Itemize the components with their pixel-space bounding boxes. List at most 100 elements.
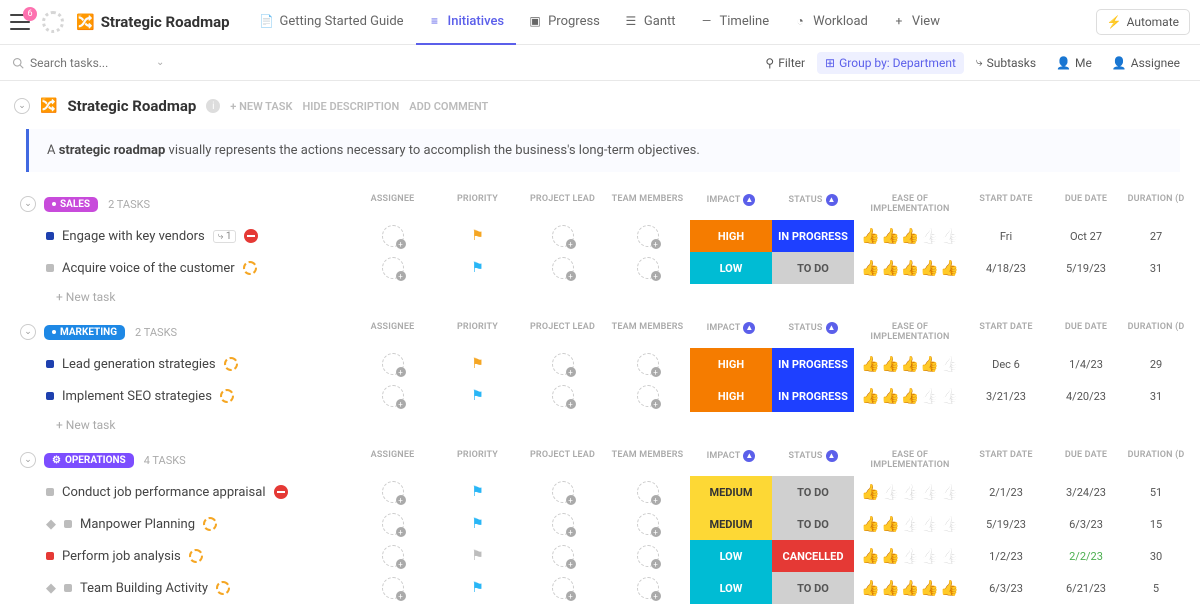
due-date-cell[interactable]: Oct 27 [1046,220,1126,252]
add-lead-icon[interactable] [552,225,574,247]
task-row[interactable]: Engage with key vendors ⤷ 1 ⚑ HIGH IN PR… [0,220,1200,252]
group-pill[interactable]: SALES [44,197,98,212]
task-name-cell[interactable]: Lead generation strategies [46,357,350,372]
task-row[interactable]: Acquire voice of the customer ⚑ LOW TO D… [0,252,1200,284]
team-members-cell[interactable] [605,572,690,604]
impact-cell[interactable]: LOW [690,540,772,572]
duration-cell[interactable]: 5 [1126,572,1186,604]
tab-progress[interactable]: ▣Progress [516,0,612,45]
task-name-cell[interactable]: Engage with key vendors ⤷ 1 [46,229,350,244]
menu-button[interactable]: 6 [10,14,30,30]
new-task-button[interactable]: + New task [0,284,1200,318]
duration-cell[interactable]: 15 [1126,508,1186,540]
duration-cell[interactable]: 30 [1126,540,1186,572]
task-row[interactable]: ◆ Manpower Planning ⚑ MEDIUM TO DO 👍👍👍👍👍… [0,508,1200,540]
priority-cell[interactable]: ⚑ [435,572,520,604]
column-header[interactable]: TEAM MEMBERS [605,194,690,214]
automate-button[interactable]: ⚡ Automate [1096,9,1190,35]
column-header[interactable]: PRIORITY [435,194,520,214]
impact-cell[interactable]: HIGH [690,380,772,412]
new-task-button[interactable]: + New task [0,412,1200,446]
column-header[interactable]: PROJECT LEAD [520,450,605,470]
ease-cell[interactable]: 👍👍👍👍👍 [854,572,966,604]
start-date-cell[interactable]: Fri [966,220,1046,252]
project-lead-cell[interactable] [520,380,605,412]
priority-cell[interactable]: ⚑ [435,348,520,380]
status-cell[interactable]: TO DO [772,572,854,604]
add-team-icon[interactable] [637,257,659,279]
group-collapse[interactable]: ⌄ [20,452,36,468]
task-row[interactable]: Implement SEO strategies ⚑ HIGH IN PROGR… [0,380,1200,412]
project-lead-cell[interactable] [520,220,605,252]
status-cell[interactable]: TO DO [772,508,854,540]
status-cell[interactable]: TO DO [772,476,854,508]
column-header[interactable]: START DATE [966,194,1046,214]
duration-cell[interactable]: 29 [1126,348,1186,380]
duration-cell[interactable]: 51 [1126,476,1186,508]
page-title[interactable]: Strategic Roadmap [101,13,230,31]
add-lead-icon[interactable] [552,257,574,279]
column-header[interactable]: DURATION (D [1126,194,1186,214]
status-cell[interactable]: IN PROGRESS [772,220,854,252]
task-name-cell[interactable]: Conduct job performance appraisal [46,485,350,500]
project-lead-cell[interactable] [520,252,605,284]
add-assignee-icon[interactable] [382,353,404,375]
status-square[interactable] [46,488,54,496]
project-lead-cell[interactable] [520,508,605,540]
add-assignee-icon[interactable] [382,481,404,503]
column-header[interactable]: STATUS▲ [772,450,854,470]
column-header[interactable]: PRIORITY [435,450,520,470]
impact-cell[interactable]: MEDIUM [690,508,772,540]
priority-cell[interactable]: ⚑ [435,220,520,252]
assignee-cell[interactable] [350,380,435,412]
add-assignee-icon[interactable] [382,545,404,567]
status-square[interactable] [46,232,54,240]
tab-getting-started-guide[interactable]: 📄Getting Started Guide [248,0,416,45]
task-name-cell[interactable]: Acquire voice of the customer [46,261,350,276]
status-square[interactable] [46,392,54,400]
add-lead-icon[interactable] [552,577,574,599]
impact-cell[interactable]: LOW [690,252,772,284]
search-box[interactable]: ⌄ [12,56,182,70]
add-comment-link[interactable]: ADD COMMENT [409,100,488,113]
add-assignee-icon[interactable] [382,225,404,247]
team-members-cell[interactable] [605,508,690,540]
assignee-cell[interactable] [350,540,435,572]
status-cell[interactable]: TO DO [772,252,854,284]
task-name-cell[interactable]: ◆ Team Building Activity [46,581,350,596]
status-square[interactable] [46,552,54,560]
add-team-icon[interactable] [637,513,659,535]
add-assignee-icon[interactable] [382,513,404,535]
due-date-cell[interactable]: 2/2/23 [1046,540,1126,572]
due-date-cell[interactable]: 1/4/23 [1046,348,1126,380]
status-cell[interactable]: CANCELLED [772,540,854,572]
ease-cell[interactable]: 👍👍👍👍👍 [854,220,966,252]
status-square[interactable] [46,264,54,272]
impact-cell[interactable]: HIGH [690,220,772,252]
assignee-cell[interactable] [350,572,435,604]
column-header[interactable]: IMPACT▲ [690,194,772,214]
impact-cell[interactable]: MEDIUM [690,476,772,508]
team-members-cell[interactable] [605,380,690,412]
add-lead-icon[interactable] [552,353,574,375]
column-header[interactable]: PROJECT LEAD [520,194,605,214]
start-date-cell[interactable]: 4/18/23 [966,252,1046,284]
info-icon[interactable]: i [206,99,220,113]
ease-cell[interactable]: 👍👍👍👍👍 [854,476,966,508]
assignee-cell[interactable] [350,252,435,284]
add-team-icon[interactable] [637,225,659,247]
ease-cell[interactable]: 👍👍👍👍👍 [854,348,966,380]
column-header[interactable]: START DATE [966,450,1046,470]
priority-cell[interactable]: ⚑ [435,380,520,412]
assignee-cell[interactable] [350,508,435,540]
tab-initiatives[interactable]: ≡Initiatives [416,0,517,45]
priority-cell[interactable]: ⚑ [435,252,520,284]
assignee-cell[interactable] [350,220,435,252]
group-collapse[interactable]: ⌄ [20,324,36,340]
tab-view[interactable]: +View [880,0,952,45]
column-header[interactable]: PRIORITY [435,322,520,342]
ease-cell[interactable]: 👍👍👍👍👍 [854,508,966,540]
task-row[interactable]: ◆ Team Building Activity ⚑ LOW TO DO 👍👍👍… [0,572,1200,604]
project-lead-cell[interactable] [520,540,605,572]
assignee-cell[interactable] [350,476,435,508]
